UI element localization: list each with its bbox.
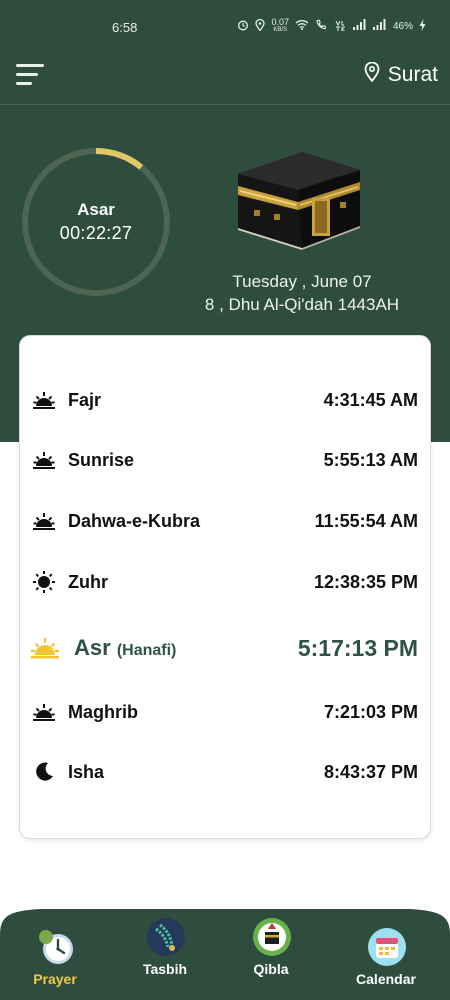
location-selector[interactable]: Surat: [364, 61, 438, 88]
status-bar: 6:58 0.07 KB/S 46%: [0, 0, 450, 46]
status-icons: 0.07 KB/S 46%: [237, 18, 426, 34]
prayer-row-zuhr[interactable]: Zuhr 12:38:35 PM: [20, 562, 430, 602]
prayer-name: Zuhr: [68, 571, 108, 592]
sunrise-icon: [32, 509, 56, 533]
moon-icon: [32, 760, 56, 784]
wifi-icon: [295, 19, 309, 33]
nav-label: Calendar: [356, 971, 416, 987]
calendar-icon: [367, 927, 406, 966]
prayer-row-fajr[interactable]: Fajr 4:31:45 AM: [20, 380, 430, 420]
prayer-time: 8:43:37 PM: [323, 761, 418, 782]
prayer-time: 7:21:03 PM: [323, 701, 418, 722]
prayer-row-sunrise[interactable]: Sunrise 5:55:13 AM: [20, 440, 430, 480]
prayer-time: 5:55:13 AM: [323, 449, 418, 470]
header-divider: [0, 104, 450, 105]
network-speed-value: 0.07: [271, 17, 289, 27]
bottom-navigation: Prayer Tasbih Qibla Calendar: [0, 905, 450, 1000]
kaaba-image: [234, 140, 364, 252]
next-prayer-name: Asar: [77, 200, 115, 219]
sunrise-icon: [32, 388, 56, 412]
prayer-clock-icon: [36, 927, 74, 965]
prayer-name: Sunrise: [68, 449, 135, 470]
nav-label: Tasbih: [142, 961, 188, 977]
prayer-name: Isha: [68, 761, 105, 782]
status-time: 6:58: [112, 20, 138, 35]
nav-qibla[interactable]: Qibla: [242, 917, 300, 977]
prayer-name: Maghrib: [68, 701, 138, 722]
hijri-date: 8 , Dhu Al-Qi'dah 1443AH: [204, 295, 400, 314]
map-pin-icon: [364, 61, 380, 88]
nav-label: Qibla: [253, 961, 289, 977]
prayer-row-isha[interactable]: Isha 8:43:37 PM: [20, 752, 430, 792]
prayer-name: Dahwa-e-Kubra: [68, 510, 201, 531]
tasbih-beads-icon: [146, 917, 185, 956]
date-display: Tuesday , June 07 8 , Dhu Al-Qi'dah 1443…: [190, 270, 414, 316]
volte-icon: [335, 19, 347, 34]
charging-icon: [419, 18, 426, 34]
prayer-time: 11:55:54 AM: [314, 510, 418, 531]
signal-icon-2: [372, 19, 387, 33]
prayer-name: Fajr: [68, 389, 102, 410]
network-speed: 0.07 KB/S: [271, 18, 289, 34]
hamburger-menu-icon[interactable]: [16, 64, 44, 86]
qibla-kaaba-icon: [252, 917, 291, 956]
nav-calendar[interactable]: Calendar: [348, 927, 424, 987]
prayer-row-dahwa-e-kubra[interactable]: Dahwa-e-Kubra 11:55:54 AM: [20, 501, 430, 541]
prayer-time: 5:17:13 PM: [297, 634, 418, 661]
prayer-name: Asr (Hanafi): [74, 635, 176, 661]
sun-icon: [32, 570, 56, 594]
prayer-times-card: Fajr 4:31:45 AM Sunrise 5:55:13 AM Dahwa…: [20, 336, 430, 838]
prayer-countdown: Asar 00:22:27: [20, 146, 172, 298]
signal-icon: [352, 19, 367, 33]
sunset-icon: [30, 634, 59, 662]
prayer-row-asr[interactable]: Asr (Hanafi) 5:17:13 PM: [20, 628, 430, 668]
network-speed-unit: KB/S: [273, 27, 288, 33]
prayer-row-maghrib[interactable]: Maghrib 7:21:03 PM: [20, 692, 430, 732]
madhab-label: (Hanafi): [116, 642, 177, 659]
nav-label: Prayer: [33, 971, 77, 987]
location-name: Surat: [387, 63, 438, 86]
prayer-time: 4:31:45 AM: [323, 389, 418, 410]
prayer-time: 12:38:35 PM: [313, 571, 418, 592]
gregorian-date: Tuesday , June 07: [232, 272, 372, 291]
location-status-icon: [255, 18, 266, 34]
countdown-timer: 00:22:27: [59, 223, 133, 243]
prayer-name-text: Asr: [74, 635, 111, 660]
battery-level: 46%: [392, 20, 413, 32]
nav-prayer[interactable]: Prayer: [26, 927, 84, 987]
sunrise-icon: [32, 448, 56, 472]
alarm-icon: [237, 19, 249, 34]
call-icon: [315, 19, 329, 33]
nav-tasbih[interactable]: Tasbih: [136, 917, 194, 977]
sunset-icon: [32, 700, 56, 724]
